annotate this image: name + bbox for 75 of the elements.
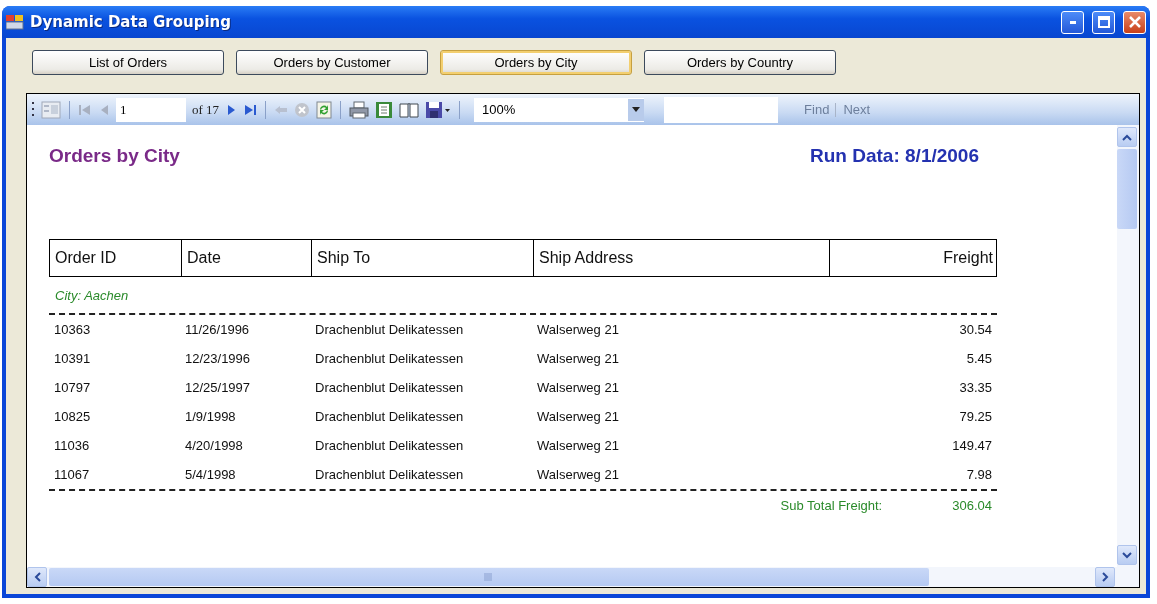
table-cell-text: Drachenblut Delikatessen <box>314 351 465 366</box>
table-cell-text: Walserweg 21 <box>536 380 620 395</box>
table-cell-text: 33.35 <box>958 380 993 395</box>
subtotal-value: 306.04 <box>952 497 992 513</box>
book-icon[interactable] <box>399 100 420 119</box>
save-dropdown-icon[interactable] <box>425 100 452 119</box>
view-button[interactable]: Orders by City <box>440 50 632 75</box>
grip-icon <box>484 573 494 581</box>
link-separator <box>835 102 838 117</box>
table-cell-text: 10391 <box>53 351 92 366</box>
table-cell-text: Drachenblut Delikatessen <box>314 467 465 482</box>
scroll-left-button[interactable] <box>27 567 47 587</box>
table-cell-text: 11036 <box>53 438 91 453</box>
table-cell-text: Walserweg 21 <box>536 322 620 337</box>
chevron-left-icon <box>33 572 41 582</box>
chevron-right-icon <box>1101 572 1109 582</box>
table-cell-text: 10825 <box>53 409 92 424</box>
table-cell-text: 12/23/1996 <box>184 351 252 366</box>
table-cell-text: Drachenblut Delikatessen <box>314 438 465 453</box>
table-cell-text: Drachenblut Delikatessen <box>314 322 465 337</box>
report-title: Orders by City <box>49 145 180 168</box>
column-header: Date <box>181 240 311 276</box>
table-cell-text: 79.25 <box>958 409 993 424</box>
table-cell-text: Drachenblut Delikatessen <box>314 409 465 424</box>
column-header: Freight <box>829 240 998 276</box>
column-header: Ship Address <box>533 240 829 276</box>
chevron-up-icon <box>1122 133 1132 141</box>
table-cell-text: 5/4/1998 <box>184 467 237 482</box>
scroll-right-button[interactable] <box>1095 567 1115 587</box>
last-page-icon[interactable] <box>243 102 258 117</box>
table-cell-text: 1/9/1998 <box>184 409 237 424</box>
page-count: of 17 <box>192 101 220 118</box>
maximize-icon <box>1097 16 1110 28</box>
view-button[interactable]: Orders by Country <box>644 50 836 75</box>
column-header: Ship To <box>311 240 533 276</box>
close-button[interactable] <box>1123 10 1146 34</box>
table-cell-text: Walserweg 21 <box>536 438 620 453</box>
table-cell-text: 12/25/1997 <box>184 380 252 395</box>
table-cell-text: 149.47 <box>951 438 993 453</box>
table-cell-text: Drachenblut Delikatessen <box>314 380 465 395</box>
run-date: Run Data: 8/1/2006 <box>810 145 979 168</box>
table-cell-text: Walserweg 21 <box>536 351 620 366</box>
view-button[interactable]: Orders by Customer <box>236 50 428 75</box>
view-button[interactable]: List of Orders <box>32 50 224 75</box>
table-cell-text: 10797 <box>53 380 92 395</box>
table-cell-text: 7.98 <box>965 467 993 482</box>
table-cell-text: 10363 <box>53 322 92 337</box>
caret-icon <box>632 107 641 112</box>
table-cell-text: 30.54 <box>958 322 993 337</box>
chevron-down-icon <box>1122 551 1132 559</box>
app-icon <box>6 14 24 30</box>
page-number-field[interactable]: 1 <box>116 97 186 122</box>
zoom-dropdown[interactable]: 100% <box>474 97 645 122</box>
window-title: Dynamic Data Grouping <box>30 13 232 31</box>
table-cell-text: Walserweg 21 <box>536 409 620 424</box>
scroll-thumb[interactable] <box>1117 149 1137 229</box>
minimize-button[interactable] <box>1061 10 1084 34</box>
table-cell-text: Walserweg 21 <box>536 467 620 482</box>
page-layout-icon[interactable] <box>375 100 394 119</box>
subtotal-label: Sub Total Freight: <box>780 497 883 513</box>
scroll-down-button[interactable] <box>1117 545 1137 565</box>
table-cell-text: 11/26/1996 <box>184 322 251 337</box>
table-cell-text: 11067 <box>53 467 91 482</box>
table-cell-text: 4/20/1998 <box>184 438 244 453</box>
close-icon <box>1128 16 1141 28</box>
scroll-up-button[interactable] <box>1117 127 1137 147</box>
refresh-icon[interactable] <box>316 100 333 119</box>
find-field[interactable] <box>664 96 779 123</box>
minimize-icon <box>1069 20 1076 24</box>
scroll-thumb[interactable] <box>49 568 929 586</box>
group-label: City: Aachen <box>54 286 130 305</box>
printer-icon[interactable] <box>349 100 370 119</box>
table-cell-text: 5.45 <box>965 351 993 366</box>
maximize-button[interactable] <box>1092 10 1115 34</box>
column-header: Order ID <box>54 248 118 268</box>
